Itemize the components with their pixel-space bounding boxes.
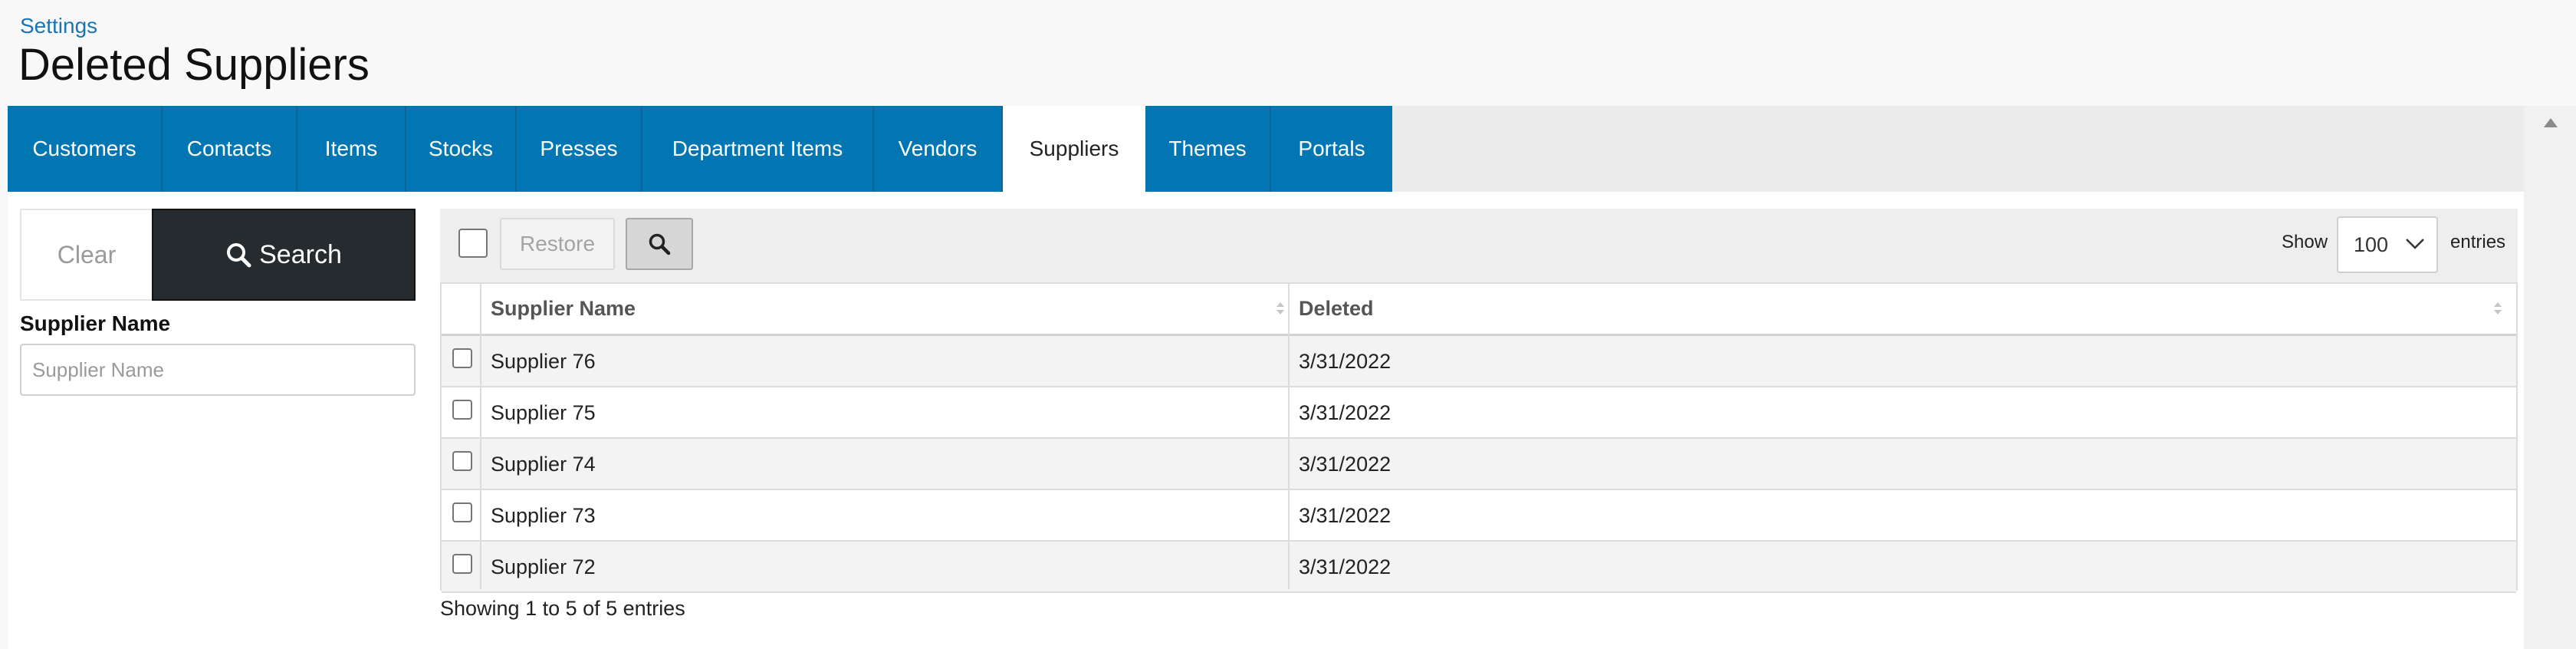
supplier-name-cell: Supplier 75 [491, 401, 596, 424]
deleted-date-cell: 3/31/2022 [1299, 555, 1392, 578]
deleted-date-cell: 3/31/2022 [1299, 401, 1392, 424]
tab-themes[interactable]: Themes [1145, 106, 1271, 192]
supplier-name-cell: Supplier 74 [491, 453, 596, 476]
tab-vendors[interactable]: Vendors [874, 106, 1003, 192]
tab-department-items[interactable]: Department Items [642, 106, 874, 192]
sort-icon [2494, 302, 2502, 315]
page-size-select[interactable]: 100 [2337, 216, 2438, 273]
column-header-deleted[interactable]: Deleted [1290, 284, 2515, 334]
tab-portals[interactable]: Portals [1271, 106, 1392, 192]
chevron-down-icon [2406, 239, 2424, 249]
deleted-date-cell: 3/31/2022 [1299, 453, 1392, 476]
grid-search-button[interactable] [626, 218, 693, 270]
column-divider [480, 284, 481, 589]
row-checkbox[interactable] [452, 400, 472, 420]
search-icon [649, 233, 671, 255]
supplier-name-cell: Supplier 73 [491, 504, 596, 527]
show-label: Show [2282, 232, 2328, 252]
tab-contacts[interactable]: Contacts [163, 106, 297, 192]
table-row[interactable]: Supplier 73 3/31/2022 [442, 490, 2516, 542]
deleted-date-cell: 3/31/2022 [1299, 350, 1392, 373]
entries-label: entries [2450, 232, 2506, 252]
search-button-label: Search [259, 240, 342, 269]
tab-suppliers[interactable]: Suppliers [1003, 106, 1145, 192]
deleted-date-cell: 3/31/2022 [1299, 504, 1392, 527]
tab-items[interactable]: Items [297, 106, 406, 192]
select-all-checkbox[interactable] [458, 229, 488, 258]
supplier-name-cell: Supplier 72 [491, 555, 596, 578]
table-row[interactable]: Supplier 75 3/31/2022 [442, 387, 2516, 439]
search-button[interactable]: Search [152, 209, 416, 301]
sort-icon [1276, 302, 1284, 315]
row-checkbox[interactable] [452, 451, 472, 471]
supplier-name-cell: Supplier 76 [491, 350, 596, 373]
row-checkbox[interactable] [452, 502, 472, 522]
row-checkbox[interactable] [452, 348, 472, 368]
tab-presses[interactable]: Presses [517, 106, 642, 192]
table-row[interactable]: Supplier 76 3/31/2022 [442, 336, 2516, 387]
vertical-scrollbar[interactable] [2524, 106, 2576, 649]
clear-button[interactable]: Clear [20, 209, 152, 301]
page-title: Deleted Suppliers [18, 40, 370, 90]
table-row[interactable]: Supplier 72 3/31/2022 [442, 542, 2516, 593]
search-icon [227, 243, 251, 268]
main-content: Clear Search Supplier Name Restore Show … [8, 192, 2524, 649]
column-divider [1288, 284, 1290, 589]
supplier-name-input[interactable] [20, 344, 416, 396]
page-size-value: 100 [2354, 233, 2389, 256]
breadcrumb-settings[interactable]: Settings [20, 14, 97, 38]
triangle-up-icon[interactable] [2542, 117, 2559, 129]
restore-button[interactable]: Restore [500, 218, 615, 270]
table-info: Showing 1 to 5 of 5 entries [440, 597, 685, 620]
column-header-label: Deleted [1299, 297, 1374, 320]
page-header: Settings Deleted Suppliers [0, 0, 2576, 106]
tab-stocks[interactable]: Stocks [406, 106, 517, 192]
column-header-label: Supplier Name [491, 297, 636, 320]
table-header: Supplier Name Deleted [442, 284, 2516, 336]
supplier-name-label: Supplier Name [20, 311, 171, 335]
settings-tabbar: Customers Contacts Items Stocks Presses … [8, 106, 2524, 192]
tab-customers[interactable]: Customers [8, 106, 163, 192]
column-header-supplier-name[interactable]: Supplier Name [481, 284, 1286, 334]
row-checkbox[interactable] [452, 554, 472, 574]
table-row[interactable]: Supplier 74 3/31/2022 [442, 439, 2516, 490]
grid-toolbar: Restore Show 100 entries [440, 209, 2518, 282]
suppliers-table: Supplier Name Deleted Supplier 76 3/31/2… [440, 282, 2518, 593]
